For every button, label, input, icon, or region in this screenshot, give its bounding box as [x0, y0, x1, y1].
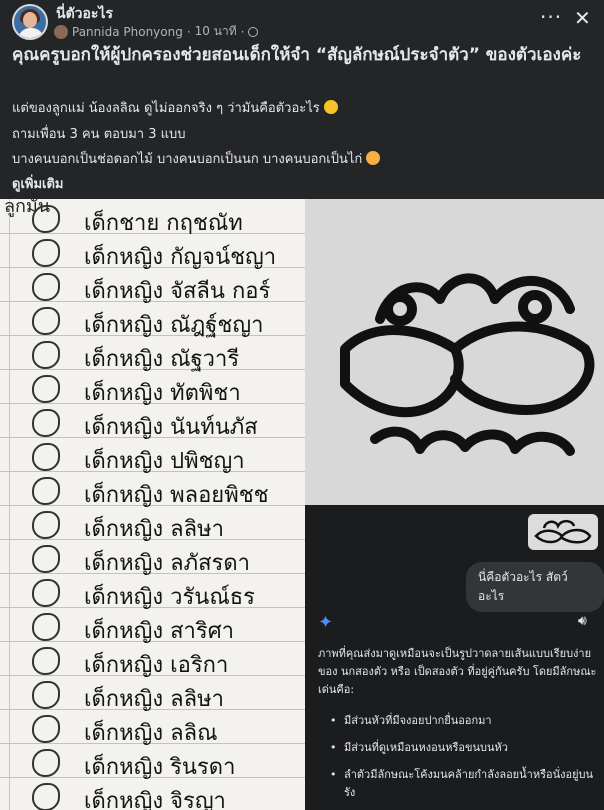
name-list-photo[interactable]: ลูกมัน เด็กชาย กฤชณัท เด็กหญิง กัญจน์ชญาเ…	[0, 199, 305, 810]
student-symbol-icon	[32, 205, 60, 233]
reply-bullet: มีส่วนที่ดูเหมือนหงอนหรือขนบนหัว	[330, 739, 598, 757]
student-name: เด็กหญิง ลภัสรดา	[84, 551, 250, 576]
student-name: เด็กหญิง สาริศา	[84, 619, 235, 644]
uploaded-image-thumbnail[interactable]	[528, 514, 598, 550]
student-name: เด็กหญิง ณัฎฐ์ชญา	[84, 313, 264, 338]
assistant-reply-bullets: มีส่วนหัวที่มีจงอยปากยื่นออกมา มีส่วนที่…	[330, 712, 598, 810]
student-symbol-icon	[32, 409, 60, 437]
student-symbol-icon	[32, 477, 60, 505]
author-name[interactable]: Pannida Phonyong	[72, 25, 183, 39]
speaker-icon[interactable]: 🔊︎	[578, 613, 587, 629]
student-name: เด็กหญิง ปพิชญา	[84, 449, 245, 474]
student-symbol-icon	[32, 681, 60, 709]
student-name: เด็กหญิง ลลิษา	[84, 687, 224, 712]
scared-emoji-icon	[366, 151, 381, 165]
student-name: เด็กหญิง ทัตพิชา	[84, 381, 241, 406]
post-line: แต่ของลูกแม่ น้องลลิณ ดูไม่ออกจริง ๆ ว่า…	[12, 97, 338, 118]
post-time[interactable]: 10 นาที	[195, 22, 237, 41]
student-name: เด็กหญิง ลลิษา	[84, 517, 224, 542]
post-meta: Pannida Phonyong · 10 นาที ·	[54, 22, 259, 41]
author-avatar[interactable]	[54, 24, 68, 39]
post-title: คุณครูบอกให้ผู้ปกครองช่วยสอนเด็กให้จำ “ส…	[12, 45, 582, 65]
student-symbol-icon	[32, 545, 60, 573]
reply-bullet: ลำตัวมีลักษณะโค้งมนคล้ายกำลังลอยน้ำหรือน…	[330, 766, 598, 802]
student-name: เด็กหญิง กัญจน์ชญา	[84, 245, 277, 270]
user-message-bubble: นี่คือตัวอะไร สัตว์อะไร	[466, 562, 604, 612]
see-more-link[interactable]: ดูเพิ่มเติม	[12, 173, 63, 194]
student-symbol-icon	[32, 613, 60, 641]
student-symbol-icon	[32, 511, 60, 539]
student-name: เด็กชาย กฤชณัท	[84, 211, 243, 236]
student-symbol-icon	[32, 341, 60, 369]
sparkle-icon: ✦	[318, 612, 334, 633]
student-name: เด็กหญิง จิรญา	[84, 789, 226, 810]
symbol-drawing	[305, 199, 604, 505]
student-symbol-icon	[32, 239, 60, 267]
student-name: เด็กหญิง พลอยพิชช	[84, 483, 269, 508]
student-name: เด็กหญิง ลลิณ	[84, 721, 218, 746]
smile-emoji-icon	[323, 100, 338, 114]
student-symbol-icon	[32, 579, 60, 607]
student-name: เด็กหญิง วรันณ์ธร	[84, 585, 255, 610]
close-icon[interactable]: ✕	[574, 6, 591, 30]
student-symbol-icon	[32, 783, 60, 810]
assistant-reply-text: ภาพที่คุณส่งมาดูเหมือนจะเป็นรูปวาดลายเส้…	[318, 647, 597, 696]
student-symbol-icon	[32, 443, 60, 471]
student-name: เด็กหญิง นันท์นภัส	[84, 415, 258, 440]
student-name: เด็กหญิง รินรดา	[84, 755, 236, 780]
student-name: เด็กหญิง เอริกา	[84, 653, 229, 678]
student-symbol-icon	[32, 375, 60, 403]
more-icon[interactable]: ···	[540, 5, 562, 29]
student-name: เด็กหญิง ณัฐวารี	[84, 347, 240, 372]
group-avatar[interactable]	[12, 4, 48, 40]
student-symbol-icon	[32, 307, 60, 335]
student-name: เด็กหญิง จัสลีน กอร์	[84, 279, 271, 304]
student-symbol-icon	[32, 749, 60, 777]
post-line: บางคนบอกเป็นช่อดอกไม้ บางคนบอกเป็นนก บาง…	[12, 148, 381, 169]
globe-icon	[248, 26, 259, 37]
post-line: ถามเพื่อน 3 คน ตอบมา 3 แบบ	[12, 127, 186, 142]
zoomed-symbol-image[interactable]	[305, 199, 604, 505]
student-symbol-icon	[32, 273, 60, 301]
student-symbol-icon	[32, 647, 60, 675]
student-symbol-icon	[32, 715, 60, 743]
post-header: นี่ตัวอะไร Pannida Phonyong · 10 นาที · …	[0, 0, 604, 40]
reply-bullet: มีส่วนหัวที่มีจงอยปากยื่นออกมา	[330, 712, 598, 730]
